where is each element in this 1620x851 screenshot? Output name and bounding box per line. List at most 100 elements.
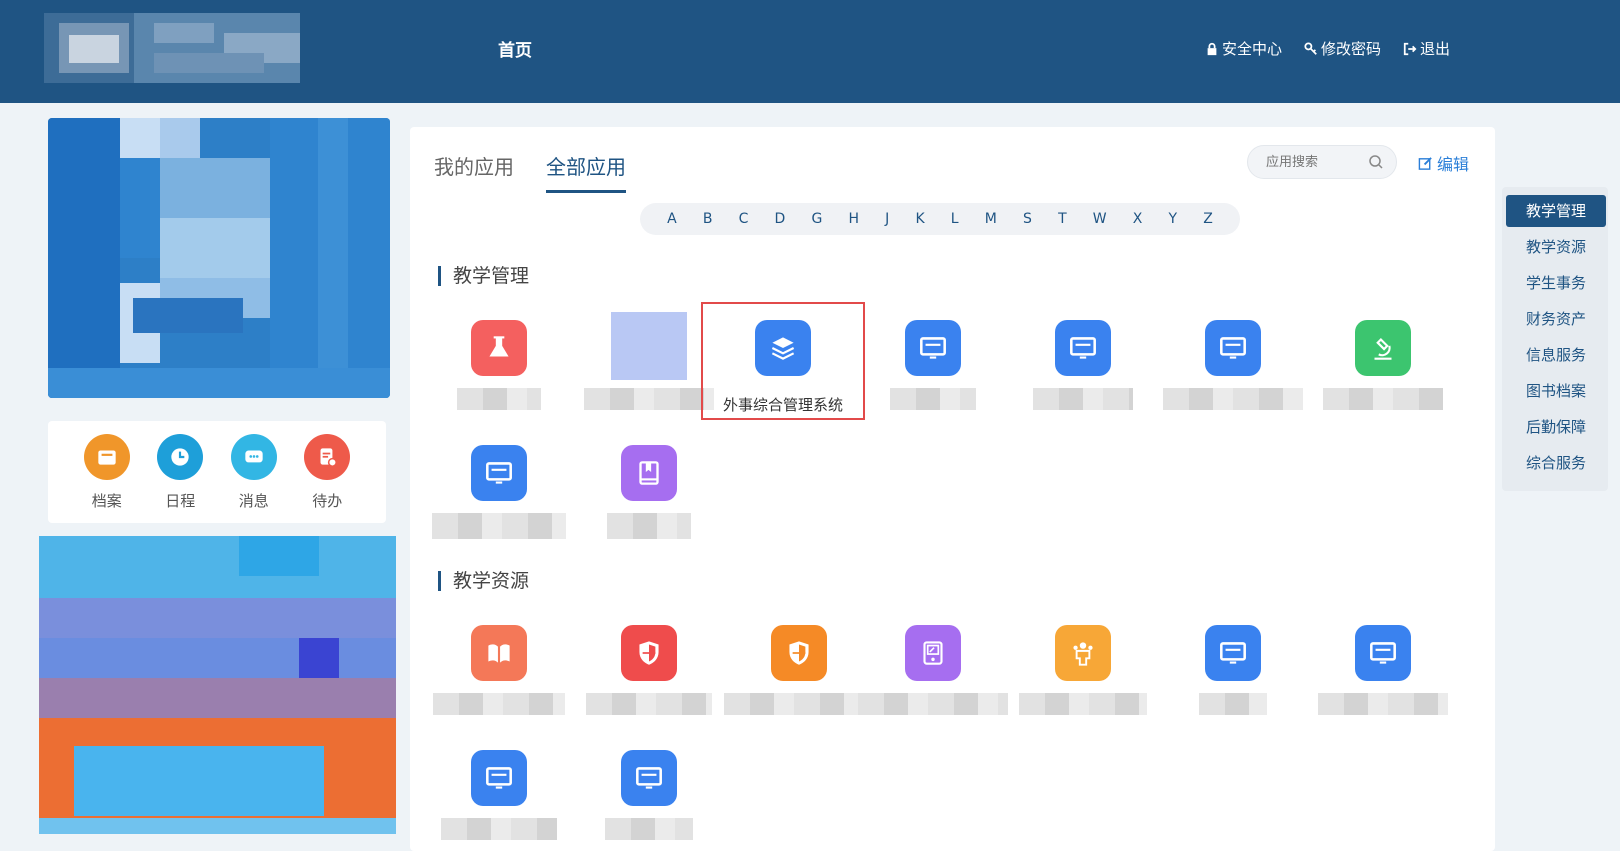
app-name-redacted	[441, 818, 557, 840]
letter-filter[interactable]: S	[1023, 211, 1032, 227]
app-tile[interactable]	[424, 320, 574, 410]
highlight-box	[701, 302, 865, 420]
app-name-redacted	[890, 388, 976, 410]
app-name-redacted	[1163, 388, 1303, 410]
change-password-link[interactable]: 修改密码	[1304, 38, 1381, 59]
clock-icon	[157, 434, 204, 480]
category-student-affairs[interactable]: 学生事务	[1506, 267, 1606, 299]
section-title-teaching-management: 教学管理	[438, 266, 529, 286]
category-teaching-management[interactable]: 教学管理	[1506, 195, 1606, 227]
shield-icon	[771, 625, 827, 681]
letter-filter[interactable]: J	[885, 211, 889, 227]
quick-message-button[interactable]: 消息	[230, 434, 277, 523]
search-icon[interactable]	[1368, 154, 1384, 170]
logo-blurred	[44, 13, 300, 83]
monitor-icon	[905, 320, 961, 376]
app-tile[interactable]	[1008, 320, 1158, 410]
quick-archive-button[interactable]: 档案	[83, 434, 130, 523]
app-name-redacted	[858, 693, 1008, 715]
logout-link[interactable]: 退出	[1403, 38, 1450, 59]
logout-icon	[1403, 42, 1417, 55]
app-tile[interactable]	[1158, 320, 1308, 410]
monitor-icon	[621, 750, 677, 806]
category-general-services[interactable]: 综合服务	[1506, 447, 1606, 479]
app-name-redacted	[1318, 693, 1448, 715]
shield-icon	[621, 625, 677, 681]
category-library-archives[interactable]: 图书档案	[1506, 375, 1606, 407]
app-search-box[interactable]	[1247, 145, 1397, 179]
app-name-redacted	[432, 513, 566, 539]
category-teaching-resources[interactable]: 教学资源	[1506, 231, 1606, 263]
edit-button[interactable]: 编辑	[1418, 151, 1469, 175]
key-icon	[1304, 41, 1317, 55]
app-tile[interactable]	[858, 320, 1008, 410]
quick-archive-label: 档案	[91, 492, 122, 510]
quick-todo-label: 待办	[312, 492, 343, 510]
gauge-icon	[905, 625, 961, 681]
app-search-input[interactable]	[1264, 154, 1368, 171]
letter-filter[interactable]: L	[951, 211, 959, 227]
quick-message-label: 消息	[238, 492, 269, 510]
app-name-redacted	[605, 818, 693, 840]
letter-filter[interactable]: C	[739, 211, 749, 227]
letter-filter[interactable]: A	[667, 211, 677, 227]
app-tile[interactable]	[724, 625, 874, 715]
letter-filter[interactable]: Z	[1203, 211, 1213, 227]
letter-filter[interactable]: G	[811, 211, 822, 227]
app-tile[interactable]	[574, 750, 724, 840]
letter-filter[interactable]: W	[1093, 211, 1107, 227]
nav-home[interactable]: 首页	[498, 36, 532, 61]
letter-filter[interactable]: B	[703, 211, 713, 227]
letter-filter[interactable]: Y	[1169, 211, 1178, 227]
letter-filter[interactable]: H	[848, 211, 859, 227]
app-tile[interactable]	[1308, 625, 1458, 715]
quick-schedule-button[interactable]: 日程	[157, 434, 204, 523]
edit-label: 编辑	[1437, 155, 1470, 174]
app-tile[interactable]	[1308, 320, 1458, 410]
letter-filter[interactable]: D	[775, 211, 786, 227]
edit-icon	[1418, 156, 1432, 170]
app-tile[interactable]	[424, 750, 574, 840]
message-icon	[230, 434, 277, 480]
app-tile[interactable]	[574, 625, 724, 715]
open-book-icon	[471, 625, 527, 681]
letter-filter[interactable]: T	[1058, 211, 1067, 227]
category-finance-assets[interactable]: 财务资产	[1506, 303, 1606, 335]
letter-filter[interactable]: X	[1133, 211, 1143, 227]
app-name-redacted	[607, 513, 691, 539]
tab-my-apps[interactable]: 我的应用	[434, 151, 514, 193]
app-name-redacted	[433, 693, 565, 715]
book-icon	[621, 445, 677, 501]
app-tile[interactable]	[574, 445, 724, 539]
app-tile[interactable]	[1008, 625, 1158, 715]
app-name-redacted	[1033, 388, 1133, 410]
microscope-icon	[1355, 320, 1411, 376]
app-name-redacted	[1199, 693, 1267, 715]
letter-filter[interactable]: M	[985, 211, 997, 227]
apps-panel: 我的应用 全部应用 编辑 A B C D G H J K L M S T W X…	[410, 127, 1495, 851]
app-name-redacted	[724, 693, 874, 715]
quick-todo-button[interactable]: 待办	[304, 434, 351, 523]
change-password-label: 修改密码	[1320, 40, 1381, 58]
app-tile[interactable]	[1158, 625, 1308, 715]
letter-filter[interactable]: K	[915, 211, 924, 227]
app-name-redacted	[1323, 388, 1443, 410]
app-name-redacted	[457, 388, 541, 410]
app-tile[interactable]	[424, 625, 574, 715]
app-tile[interactable]	[858, 625, 1008, 715]
security-center-link[interactable]: 安全中心	[1205, 38, 1282, 59]
category-logistics[interactable]: 后勤保障	[1506, 411, 1606, 443]
todo-icon	[304, 434, 351, 480]
app-name-redacted	[586, 693, 712, 715]
letter-filter-bar: A B C D G H J K L M S T W X Y Z	[640, 203, 1240, 235]
tab-all-apps[interactable]: 全部应用	[546, 151, 626, 193]
app-image-redacted	[611, 312, 687, 380]
app-tile[interactable]	[424, 445, 574, 539]
monitor-icon	[1205, 320, 1261, 376]
category-info-services[interactable]: 信息服务	[1506, 339, 1606, 371]
monitor-icon	[1055, 320, 1111, 376]
archive-icon	[83, 434, 130, 480]
quick-schedule-label: 日程	[165, 492, 196, 510]
user-banner-blurred	[48, 118, 390, 398]
top-header: 首页 安全中心 修改密码 退出	[0, 0, 1620, 103]
